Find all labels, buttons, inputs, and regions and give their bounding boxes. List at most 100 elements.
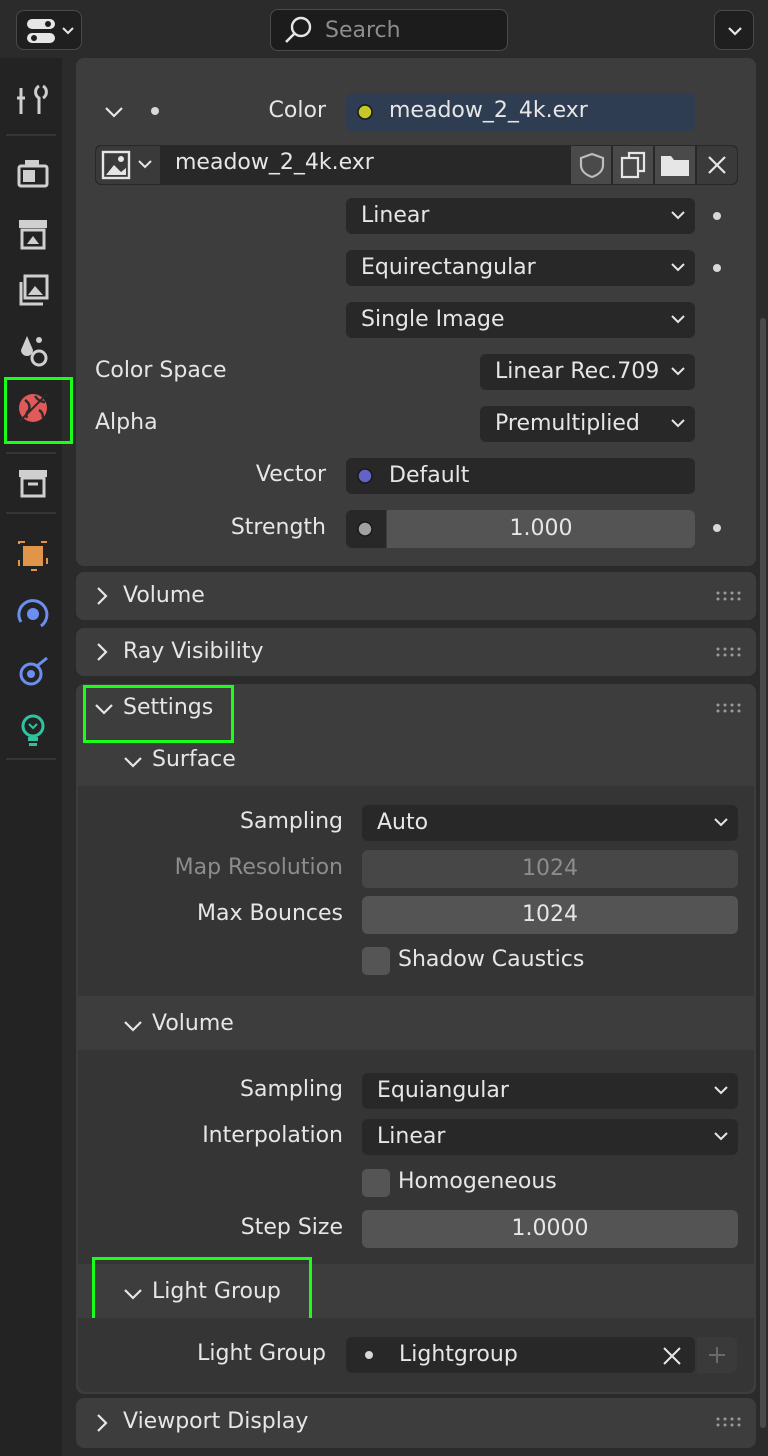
light-data-icon[interactable] xyxy=(13,710,53,750)
step-size-label: Step Size xyxy=(240,1215,343,1240)
physics-icon[interactable] xyxy=(13,594,53,634)
map-resolution-value: 1024 xyxy=(522,856,578,881)
scene-icon[interactable] xyxy=(13,330,53,370)
output-icon[interactable] xyxy=(13,214,53,254)
collection-icon[interactable] xyxy=(13,462,53,502)
object-icon[interactable] xyxy=(13,536,53,576)
interpolation-dropdown[interactable]: Linear xyxy=(346,198,695,234)
render-icon[interactable] xyxy=(13,154,53,194)
chevron-down-icon xyxy=(671,315,685,324)
chevron-down-icon xyxy=(671,367,685,376)
color-space-label: Color Space xyxy=(95,358,227,383)
chevron-down-icon xyxy=(714,1132,728,1141)
color-input[interactable]: meadow_2_4k.exr xyxy=(346,93,695,131)
volume-interpolation-dropdown[interactable]: Linear xyxy=(362,1119,738,1155)
plus-icon xyxy=(709,1347,725,1363)
chevron-right-icon xyxy=(97,1414,108,1432)
vector-socket-icon xyxy=(357,468,373,484)
vector-input[interactable]: Default xyxy=(346,458,695,494)
interpolation-value: Linear xyxy=(361,203,430,228)
chevron-down-icon xyxy=(714,1086,728,1095)
shadow-caustics-label[interactable]: Shadow Caustics xyxy=(398,947,584,972)
duplicate-image-button[interactable] xyxy=(613,146,653,184)
fake-user-button[interactable] xyxy=(571,146,611,184)
chevron-down-icon xyxy=(671,263,685,272)
search-field[interactable] xyxy=(270,9,508,51)
close-icon[interactable] xyxy=(662,1346,682,1366)
drag-handle-icon[interactable] xyxy=(716,647,742,657)
ray-visibility-panel-title: Ray Visibility xyxy=(123,639,264,664)
search-input[interactable] xyxy=(325,10,501,50)
strength-field[interactable]: 1.000 xyxy=(387,510,695,548)
max-bounces-value: 1024 xyxy=(522,902,578,927)
strength-label: Strength xyxy=(230,515,326,540)
sampling-dropdown[interactable]: Auto xyxy=(362,805,738,841)
step-size-value: 1.0000 xyxy=(511,1216,589,1241)
color-space-value: Linear Rec.709 xyxy=(495,359,660,384)
open-image-button[interactable] xyxy=(655,146,695,184)
color-value: meadow_2_4k.exr xyxy=(389,98,588,123)
chevron-down-icon xyxy=(671,211,685,220)
folder-icon xyxy=(661,156,689,176)
volume-subpanel-title[interactable]: Volume xyxy=(152,1011,234,1036)
search-icon xyxy=(285,16,312,43)
alpha-value: Premultiplied xyxy=(495,411,640,436)
vector-label: Vector xyxy=(255,462,326,487)
duplicate-icon xyxy=(620,151,646,179)
source-dropdown[interactable]: Single Image xyxy=(346,302,695,338)
projection-dropdown[interactable]: Equirectangular xyxy=(346,250,695,286)
chevron-down-icon[interactable] xyxy=(103,101,125,123)
shadow-caustics-checkbox[interactable] xyxy=(362,947,390,975)
volume-interpolation-label: Interpolation xyxy=(202,1123,343,1148)
socket-dot xyxy=(713,264,721,272)
vector-value: Default xyxy=(389,463,470,488)
image-icon xyxy=(101,150,152,180)
alpha-label: Alpha xyxy=(95,410,158,435)
viewport-display-panel-title: Viewport Display xyxy=(123,1409,309,1434)
drag-handle-icon[interactable] xyxy=(716,1417,742,1427)
color-space-dropdown[interactable]: Linear Rec.709 xyxy=(480,354,695,390)
browse-image-button[interactable] xyxy=(96,146,160,184)
tool-icon[interactable] xyxy=(13,80,53,120)
strength-socket-icon xyxy=(357,521,373,537)
volume-interpolation-value: Linear xyxy=(377,1124,446,1149)
scrollbar[interactable] xyxy=(760,318,766,1428)
surface-subpanel-title[interactable]: Surface xyxy=(152,747,236,772)
sampling-label: Sampling xyxy=(240,809,343,834)
volume-panel-title: Volume xyxy=(123,583,205,608)
chevron-down-icon[interactable] xyxy=(122,1015,144,1037)
chevron-down-icon[interactable] xyxy=(122,751,144,773)
chevron-down-icon xyxy=(728,27,742,36)
settings-highlight xyxy=(83,685,234,743)
unlink-image-button[interactable] xyxy=(697,146,737,184)
homogeneous-label[interactable]: Homogeneous xyxy=(398,1169,557,1194)
view-layer-icon[interactable] xyxy=(13,270,53,310)
step-size-field[interactable]: 1.0000 xyxy=(362,1210,738,1248)
options-dropdown-button[interactable] xyxy=(714,10,754,50)
volume-sampling-dropdown[interactable]: Equiangular xyxy=(362,1073,738,1109)
properties-editor-icon xyxy=(27,19,74,43)
sampling-value: Auto xyxy=(377,810,429,835)
max-bounces-label: Max Bounces xyxy=(196,901,343,926)
max-bounces-field[interactable]: 1024 xyxy=(362,896,738,934)
drag-handle-icon[interactable] xyxy=(716,703,742,713)
editor-type-button[interactable] xyxy=(16,10,82,50)
light-group-highlight xyxy=(92,1257,312,1323)
shield-icon xyxy=(579,152,605,179)
map-resolution-field[interactable]: 1024 xyxy=(362,850,738,888)
color-socket-icon xyxy=(357,104,373,120)
drag-handle-icon[interactable] xyxy=(716,591,742,601)
homogeneous-checkbox[interactable] xyxy=(362,1169,390,1197)
alpha-dropdown[interactable]: Premultiplied xyxy=(480,406,695,442)
constraints-icon[interactable] xyxy=(13,652,53,692)
projection-value: Equirectangular xyxy=(361,255,536,280)
strength-socket-button[interactable] xyxy=(346,510,386,548)
properties-tabs-sidebar xyxy=(0,58,73,1456)
image-name[interactable]: meadow_2_4k.exr xyxy=(175,150,374,175)
color-label: Color xyxy=(268,98,326,123)
light-group-value: Lightgroup xyxy=(399,1342,518,1367)
volume-sampling-value: Equiangular xyxy=(377,1078,509,1103)
light-group-input[interactable]: Lightgroup xyxy=(346,1337,695,1373)
add-light-group-button[interactable] xyxy=(697,1337,737,1373)
source-value: Single Image xyxy=(361,307,505,332)
